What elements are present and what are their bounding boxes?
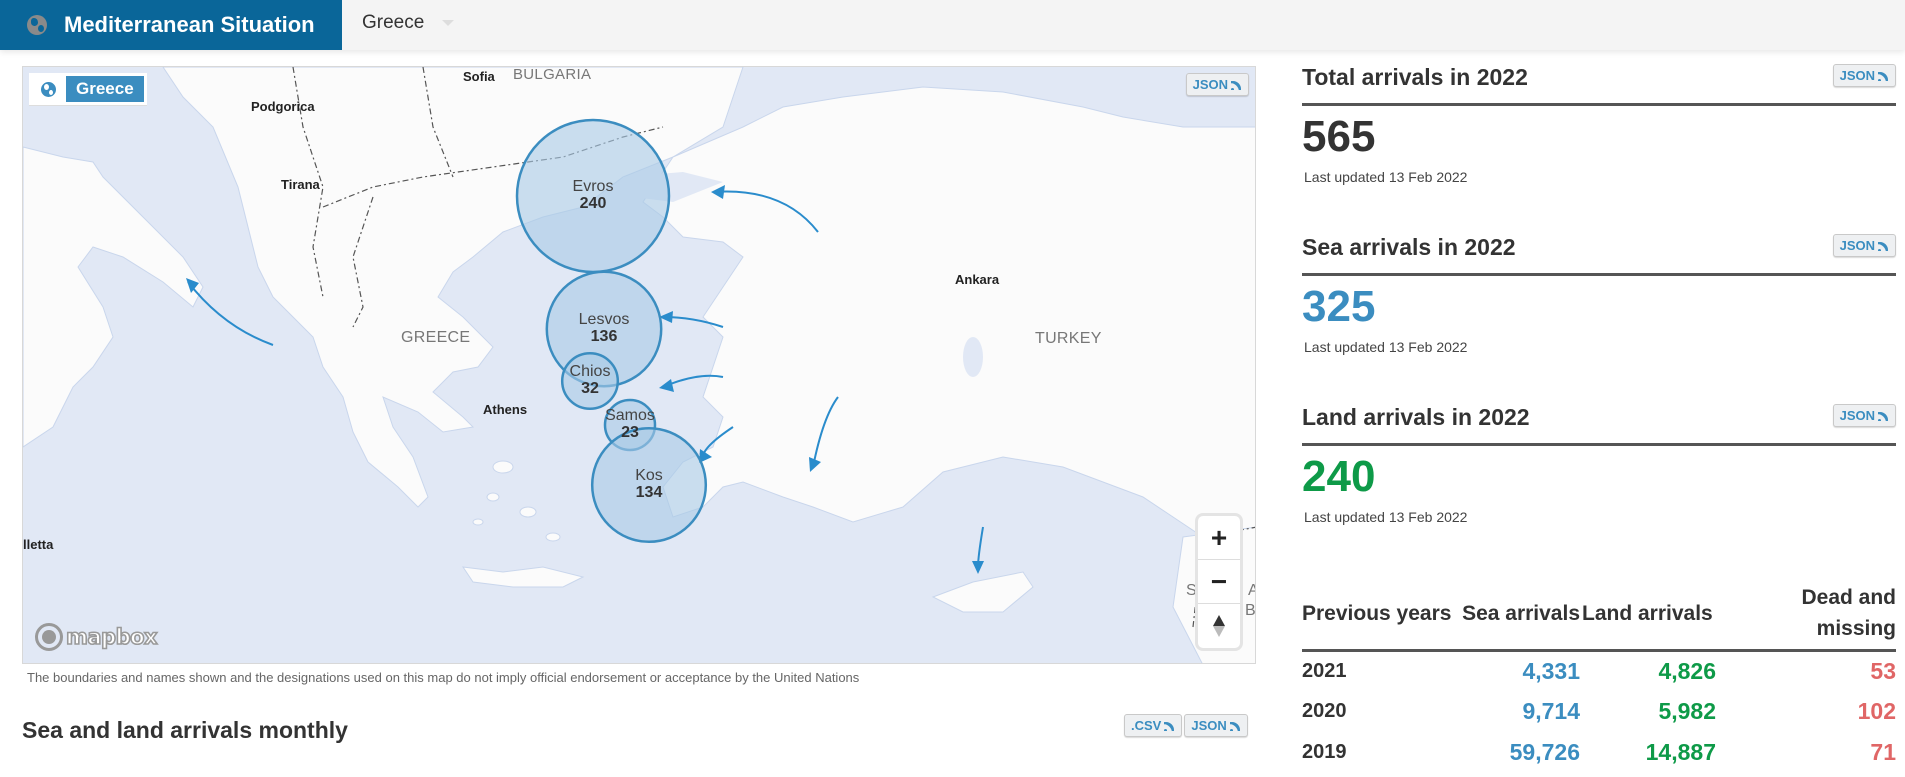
map[interactable]: Sofia BULGARIA Podgorica Tirana GREECE A…	[22, 66, 1256, 664]
total-json-button[interactable]: JSON	[1832, 64, 1896, 87]
header-previous-years: Previous years	[1302, 578, 1452, 652]
rss-icon	[1229, 720, 1241, 731]
land-json-button[interactable]: JSON	[1832, 404, 1896, 427]
row-year: 2019	[1302, 741, 1347, 763]
row-dead: 71	[1870, 739, 1896, 765]
total-arrivals-value: 565	[1302, 112, 1376, 161]
map-disclaimer: The boundaries and names shown and the d…	[27, 670, 860, 685]
map-label-greece: GREECE	[401, 329, 471, 346]
map-label-ankara: Ankara	[955, 272, 1000, 287]
row-year: 2020	[1302, 700, 1347, 722]
land-crete	[461, 566, 585, 588]
json-label: JSON	[1191, 718, 1227, 733]
map-label-bulgaria: BULGARIA	[513, 66, 592, 83]
map-label-edge-bl: BL	[1245, 602, 1256, 619]
monthly-section-title: Sea and land arrivals monthly	[22, 717, 348, 743]
bubble-circle-evros[interactable]	[515, 118, 671, 274]
table-row: 2020 9,714 5,982 102	[1302, 691, 1896, 732]
mapbox-logo[interactable]: mapbox	[35, 623, 158, 651]
land-arrivals-title: Land arrivals in 2022	[1302, 404, 1530, 430]
land-arrivals-updated: Last updated 13 Feb 2022	[1304, 509, 1468, 525]
row-land: 14,887	[1645, 739, 1716, 765]
map-label-athens: Athens	[483, 402, 528, 417]
total-arrivals-card: Total arrivals in 2022 JSON 565 Last upd…	[1302, 64, 1896, 214]
land-turkey	[642, 86, 1255, 567]
rss-icon	[1164, 720, 1175, 731]
monthly-csv-button[interactable]: .CSV	[1124, 714, 1183, 737]
json-label: JSON	[1839, 68, 1875, 83]
rss-icon	[1231, 79, 1242, 90]
rss-icon	[1878, 410, 1889, 421]
map-label-sofia: Sofia	[463, 69, 495, 84]
row-sea: 59,726	[1509, 739, 1580, 765]
country-select-value: Greece	[362, 12, 425, 33]
map-zoom-controls: + −	[1195, 513, 1243, 651]
divider	[1302, 443, 1896, 446]
row-dead: 53	[1870, 657, 1896, 684]
sea-json-button[interactable]: JSON	[1832, 234, 1896, 257]
top-header: Mediterranean Situation Greece	[0, 0, 1905, 50]
land-arrivals-card: Land arrivals in 2022 JSON 240 Last upda…	[1302, 404, 1896, 554]
map-label-podgorica: Podgorica	[251, 99, 315, 114]
app-title: Mediterranean Situation	[64, 12, 315, 37]
sea-arrivals-value: 325	[1302, 282, 1376, 331]
map-label-edge-a: A	[1248, 582, 1255, 600]
row-dead: 102	[1857, 698, 1896, 724]
globe-icon	[27, 15, 47, 35]
mapbox-text: mapbox	[65, 624, 158, 650]
sea-arrivals-title: Sea arrivals in 2022	[1302, 234, 1516, 260]
json-label: JSON	[1839, 238, 1875, 253]
bubble-circle-kos[interactable]	[590, 426, 708, 544]
table-row: 2019 59,726 14,887 71	[1302, 732, 1896, 773]
monthly-export-buttons: .CSV JSON	[1124, 714, 1248, 737]
csv-label: .CSV	[1131, 718, 1162, 733]
rss-icon	[1878, 240, 1889, 251]
map-json-button[interactable]: JSON	[1185, 73, 1249, 96]
reset-bearing-button[interactable]	[1198, 604, 1240, 648]
row-land: 4,826	[1658, 657, 1716, 684]
header-land-arrivals: Land arrivals	[1580, 578, 1716, 652]
table-header-row: Previous years Sea arrivals Land arrival…	[1302, 578, 1896, 652]
rss-icon	[1878, 70, 1889, 81]
row-sea: 9,714	[1522, 698, 1580, 724]
header-dead-missing: Dead and missing	[1716, 578, 1896, 652]
divider	[1302, 103, 1896, 106]
previous-years-table: Previous years Sea arrivals Land arrival…	[1302, 578, 1896, 773]
chevron-down-icon	[442, 20, 455, 26]
row-year: 2021	[1302, 659, 1347, 682]
land-italy	[23, 146, 204, 448]
json-label: JSON	[1192, 77, 1228, 92]
header-sea-arrivals: Sea arrivals	[1452, 578, 1580, 652]
map-country-name: Greece	[66, 76, 144, 102]
zoom-out-button[interactable]: −	[1198, 560, 1240, 604]
table-row: 2021 4,331 4,826 53	[1302, 650, 1896, 691]
json-label: JSON	[1839, 408, 1875, 423]
divider	[1302, 273, 1896, 276]
minus-icon: −	[1210, 565, 1228, 597]
compass-icon	[1213, 615, 1225, 637]
row-land: 5,982	[1658, 698, 1716, 724]
map-country-badge: Greece	[29, 73, 147, 106]
row-sea: 4,331	[1522, 657, 1580, 684]
map-label-valletta: lletta	[23, 537, 54, 552]
total-arrivals-updated: Last updated 13 Feb 2022	[1304, 169, 1468, 185]
map-basemap	[23, 67, 1255, 663]
land-cyprus	[931, 571, 1034, 613]
zoom-in-button[interactable]: +	[1198, 516, 1240, 560]
sea-arrivals-updated: Last updated 13 Feb 2022	[1304, 339, 1468, 355]
monthly-json-button[interactable]: JSON	[1184, 714, 1248, 737]
brand[interactable]: Mediterranean Situation	[0, 0, 342, 50]
sea-arrivals-card: Sea arrivals in 2022 JSON 325 Last updat…	[1302, 234, 1896, 384]
land-arrivals-value: 240	[1302, 452, 1376, 501]
mapbox-icon	[35, 623, 63, 651]
map-label-turkey: TURKEY	[1035, 330, 1102, 347]
plus-icon: +	[1210, 521, 1228, 553]
bubble-circle-chios[interactable]	[560, 351, 620, 411]
country-select[interactable]: Greece	[362, 0, 455, 46]
total-arrivals-title: Total arrivals in 2022	[1302, 64, 1528, 90]
map-label-tirana: Tirana	[281, 177, 320, 192]
globe-icon	[41, 81, 56, 97]
